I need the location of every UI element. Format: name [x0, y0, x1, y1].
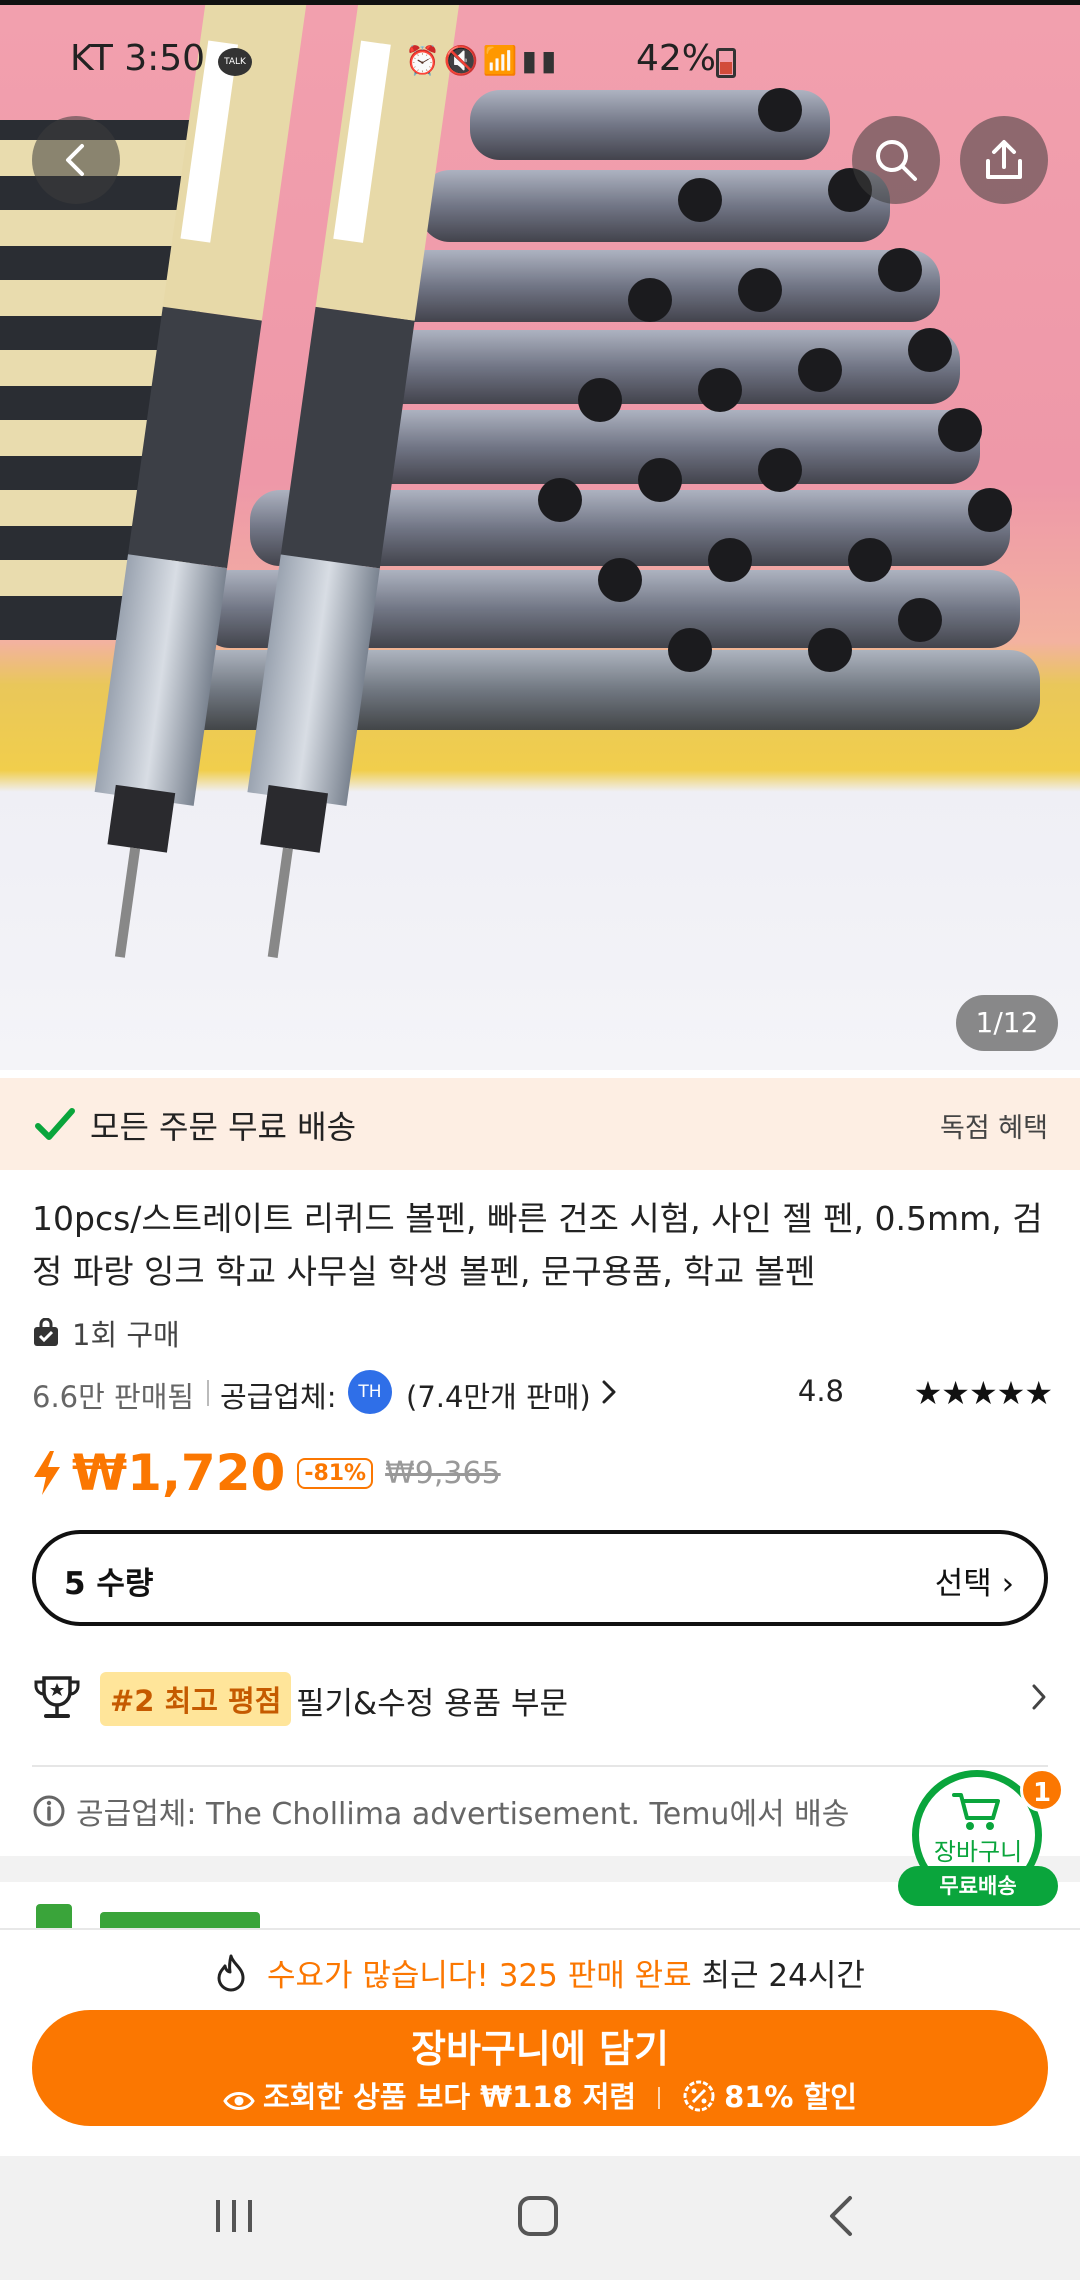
rating-stars[interactable]: ★★★★★ [914, 1374, 1053, 1412]
supplier-note-text: 공급업체: The Chollima advertisement. Temu에서… [76, 1797, 850, 1832]
status-bar: KT 3:50 TALK ⏰🔇📶▮▮ 42% [0, 38, 1080, 88]
cart-label: 장바구니 [933, 1838, 1023, 1866]
price-row: ₩1,720 -81% ₩9,365 [32, 1438, 501, 1508]
back-button[interactable] [32, 116, 120, 204]
system-nav-bar [0, 2156, 1080, 2280]
search-button[interactable] [852, 116, 940, 204]
discount-badge: -81% [297, 1457, 374, 1489]
bottom-action-bar: 수요가 많습니다! 325 판매 완료 최근 24시간 장바구니에 담기 조회한… [0, 1928, 1080, 2156]
free-shipping-text: 모든 주문 무료 배송 [90, 1108, 357, 1146]
section-divider [32, 1765, 1048, 1767]
chevron-right-icon[interactable] [600, 1378, 618, 1406]
rank-category: 필기&수정 용품 부문 [296, 1686, 569, 1722]
eye-icon [223, 2092, 255, 2110]
demand-recent-text: 최근 24시간 [701, 1958, 865, 1994]
cheaper-text: 조회한 상품 보다 ₩118 저렴 [263, 2080, 637, 2114]
shopping-bag-icon [34, 1318, 58, 1346]
exclusive-benefit-link[interactable]: 독점 혜택 [940, 1106, 1048, 1145]
share-button[interactable] [960, 116, 1048, 204]
discount-icon [683, 2080, 715, 2112]
rank-badge: #2 최고 평점 [100, 1672, 292, 1726]
search-icon [876, 140, 917, 181]
purchased-count: 1회 구매 [72, 1318, 180, 1352]
add-to-cart-button[interactable]: 장바구니에 담기 조회한 상품 보다 ₩118 저렴 81% 할인 [32, 2010, 1048, 2126]
product-image[interactable]: KT 3:50 TALK ⏰🔇📶▮▮ 42% 1/12 [0, 0, 1080, 1070]
quantity-select[interactable]: 선택 › [935, 1558, 1014, 1603]
info-icon [33, 1795, 65, 1827]
free-shipping-banner[interactable]: 모든 주문 무료 배송 독점 혜택 [0, 1078, 1080, 1170]
product-title: 10pcs/스트레이트 리퀴드 볼펜, 빠른 건조 시험, 사인 젤 펜, 0.… [32, 1199, 1043, 1291]
supplier-label: 공급업체: [220, 1380, 337, 1414]
trophy-icon [34, 1676, 80, 1718]
ranking-row[interactable]: #2 최고 평점 필기&수정 용품 부문 [32, 1668, 1052, 1732]
share-icon [986, 140, 1022, 179]
product-meta: 6.6만 판매됨 공급업체: TH (7.4만개 판매) 4.8 ★★★★★ [32, 1370, 1053, 1416]
check-icon [35, 1108, 75, 1140]
demand-notice: 수요가 많습니다! 325 판매 완료 최근 24시간 [0, 1950, 1080, 1995]
cart-count-badge: 1 [1020, 1768, 1064, 1812]
sold-count: 6.6만 판매됨 [32, 1380, 195, 1414]
recent-apps-icon[interactable] [212, 2192, 256, 2240]
next-section-title [100, 1912, 260, 1928]
add-to-cart-subtext: 조회한 상품 보다 ₩118 저렴 81% 할인 [32, 2074, 1048, 2116]
original-price: ₩9,365 [385, 1455, 501, 1491]
sub-divider [658, 2087, 661, 2109]
supplier-note: 공급업체: The Chollima advertisement. Temu에서… [32, 1790, 849, 1832]
select-label: 선택 [934, 1566, 992, 1602]
battery-level: 42% [636, 38, 717, 79]
image-counter: 1/12 [956, 995, 1058, 1051]
purchase-history: 1회 구매 [32, 1314, 180, 1352]
lightning-icon [34, 1451, 60, 1495]
battery-icon [716, 48, 736, 78]
cart-icon [952, 1793, 1000, 1830]
quantity-selector[interactable]: 5 수량 선택 › [32, 1530, 1048, 1626]
flame-icon [217, 1954, 245, 1992]
status-icons: ⏰🔇📶▮▮ [405, 44, 561, 77]
free-shipping-pill: 무료배송 [898, 1866, 1058, 1906]
chevron-right-icon [1032, 1684, 1046, 1710]
supplier-sold-count[interactable]: (7.4만개 판매) [406, 1374, 591, 1416]
chevron-left-icon [66, 144, 84, 176]
top-edge [0, 0, 1080, 5]
carrier-time: KT 3:50 [70, 38, 206, 79]
add-to-cart-label: 장바구니에 담기 [411, 2027, 669, 2071]
back-nav-icon[interactable] [822, 2192, 862, 2240]
meta-divider [207, 1380, 209, 1406]
discount-text: 81% 할인 [724, 2080, 857, 2114]
demand-hot-text: 수요가 많습니다! 325 판매 완료 [266, 1958, 692, 1994]
rating-value[interactable]: 4.8 [798, 1374, 844, 1408]
floating-cart-button[interactable]: 장바구니 무료배송 1 [898, 1768, 1080, 1910]
supplier-avatar[interactable]: TH [348, 1370, 392, 1414]
next-section-icon [36, 1904, 72, 1928]
talk-icon: TALK [218, 48, 252, 76]
current-price: ₩1,720 [72, 1444, 286, 1502]
home-icon[interactable] [514, 2192, 562, 2240]
quantity-label: 5 수량 [64, 1566, 154, 1602]
